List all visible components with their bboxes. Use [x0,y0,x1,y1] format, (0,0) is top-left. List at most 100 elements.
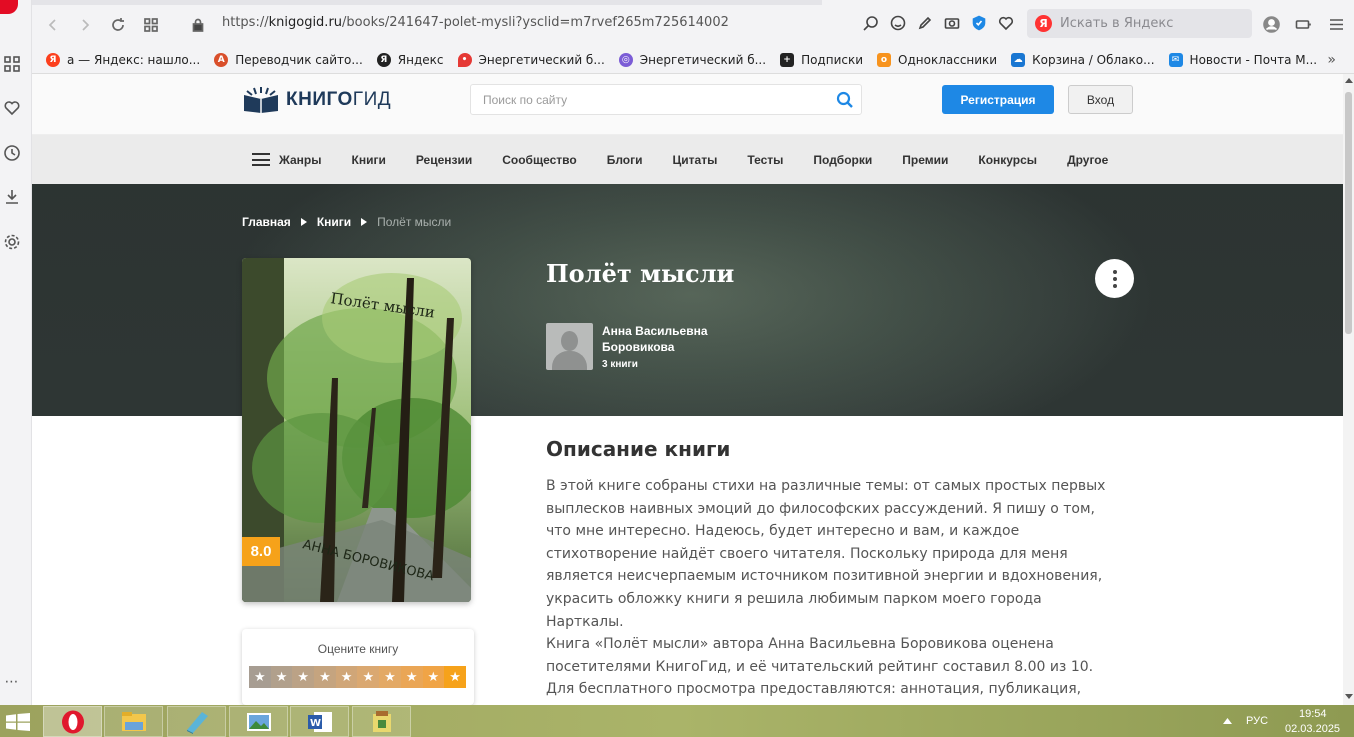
scroll-down-arrow-icon[interactable] [1345,694,1353,699]
browser-sidebar: ⋯ [0,0,32,705]
nav-community[interactable]: Сообщество [502,153,576,167]
breadcrumb: Главная Книги Полёт мысли [242,215,451,229]
star-icon[interactable]: ★ [314,666,336,688]
author-card[interactable]: Анна Васильевна Боровикова 3 книги [546,323,732,370]
site-search-input[interactable]: Поиск по сайту [470,84,862,115]
author-name[interactable]: Анна Васильевна Боровикова [602,323,732,355]
tabs-grid-icon[interactable] [140,14,162,36]
yandex-logo: Я [1035,15,1052,32]
edit-icon[interactable] [916,14,934,32]
camera-icon[interactable] [943,14,961,32]
bookmark-item[interactable]: o Одноклассники [877,52,997,67]
notebook-icon [186,711,208,734]
star-icon[interactable]: ★ [335,666,358,688]
taskbar-archive[interactable] [352,706,411,737]
star-icon[interactable]: ★ [379,666,401,688]
nav-tests[interactable]: Тесты [747,153,783,167]
page-scrollbar[interactable] [1343,74,1354,705]
author-avatar[interactable] [546,323,593,370]
bookmarks-more-icon[interactable]: » [1327,52,1336,68]
bookmark-item[interactable]: + Подписки [780,52,863,67]
star-icon[interactable]: ★ [400,666,423,688]
map-pin-icon: • [457,52,472,67]
zoom-icon[interactable] [862,14,880,32]
cloud-icon: ☁ [1011,52,1026,67]
taskbar-word[interactable]: W [290,706,349,737]
star-icon[interactable]: ★ [249,666,271,688]
opera-logo[interactable] [0,0,18,14]
bookmark-item[interactable]: ☁ Корзина / Облако... [1011,52,1155,67]
search-icon[interactable] [836,91,854,109]
nav-other[interactable]: Другое [1067,153,1108,167]
breadcrumb-arrow-icon [300,218,307,226]
register-button[interactable]: Регистрация [942,85,1054,114]
scroll-thumb[interactable] [1345,92,1352,334]
speed-dial-icon[interactable] [2,54,22,74]
history-icon[interactable] [2,143,22,163]
more-icon[interactable]: ⋯ [2,672,22,692]
back-icon[interactable] [42,14,64,36]
rating-badge: 8.0 [242,537,280,566]
clock-date[interactable]: 02.03.2025 [1285,723,1340,735]
login-button[interactable]: Вход [1068,85,1133,114]
star-icon[interactable]: ★ [444,666,466,688]
breadcrumb-home[interactable]: Главная [242,215,291,229]
battery-icon[interactable] [1293,14,1313,34]
nav-genres[interactable]: Жанры [252,153,322,167]
nav-contests[interactable]: Конкурсы [978,153,1037,167]
search-placeholder: Поиск по сайту [483,93,568,107]
bookmarks-bar: Яа — Яндекс: нашло... A Переводчик сайто.… [32,46,1354,74]
folder-icon [121,711,146,731]
more-options-button[interactable] [1095,259,1134,298]
star-icon[interactable]: ★ [357,666,380,688]
book-hero: Главная Книги Полёт мысли Полёт мысли Ан… [32,184,1343,416]
taskbar-notebook[interactable] [167,706,226,737]
star-icon[interactable]: ★ [292,666,315,688]
profile-icon[interactable] [1261,14,1281,34]
windows-start-icon[interactable] [6,713,30,731]
site-header: КНИГОГИД Поиск по сайту Регистрация Вход [32,74,1343,135]
bookmark-item[interactable]: Я Яндекс [376,52,444,67]
bookmark-item[interactable]: A Переводчик сайто... [214,52,363,67]
taskbar-opera[interactable] [43,706,102,737]
site-logo[interactable]: КНИГОГИД [242,87,391,113]
emoji-icon[interactable] [889,14,907,32]
bookmark-heart-icon[interactable] [997,14,1015,32]
nav-awards[interactable]: Премии [902,153,948,167]
nav-blogs[interactable]: Блоги [607,153,643,167]
breadcrumb-books[interactable]: Книги [317,215,351,229]
nav-collections[interactable]: Подборки [813,153,872,167]
bookmark-item[interactable]: ◎ Энергетический б... [618,52,766,67]
bookmark-item[interactable]: ✉ Новости - Почта М... [1168,52,1317,67]
bookmark-item[interactable]: • Энергетический б... [457,52,605,67]
yandex-search-box[interactable]: Я Искать в Яндекс [1027,9,1252,38]
url-text[interactable]: https://knigogid.ru/books/241647-polet-m… [222,15,729,30]
logo-text-part2: ГИД [352,89,392,110]
star-icon[interactable]: ★ [422,666,445,688]
clock-time[interactable]: 19:54 [1299,708,1327,720]
tab-strip [32,0,822,5]
tray-expand-icon[interactable] [1223,718,1232,724]
bookmark-item[interactable]: Яа — Яндекс: нашло... [46,52,200,67]
taskbar-explorer[interactable] [104,706,163,737]
heart-icon[interactable] [2,98,22,118]
taskbar-photos[interactable] [229,706,288,737]
nav-books[interactable]: Книги [352,153,386,167]
reload-icon[interactable] [107,14,129,36]
settings-icon[interactable] [2,232,22,252]
rate-title: Оцените книгу [317,642,399,656]
easy-setup-icon[interactable] [1326,14,1346,34]
nav-quotes[interactable]: Цитаты [673,153,718,167]
url-actions [862,14,1015,32]
plus-icon: + [780,52,795,67]
forward-icon[interactable] [74,14,96,36]
download-icon[interactable] [2,187,22,207]
scroll-up-arrow-icon[interactable] [1345,78,1353,83]
odnoklassniki-icon: o [877,52,892,67]
shield-icon[interactable] [970,14,988,32]
site-nav: Жанры Книги Рецензии Сообщество Блоги Ци… [32,135,1343,184]
star-icon[interactable]: ★ [270,666,293,688]
input-language[interactable]: РУС [1246,715,1268,727]
nav-reviews[interactable]: Рецензии [416,153,472,167]
lock-icon[interactable] [187,14,209,36]
